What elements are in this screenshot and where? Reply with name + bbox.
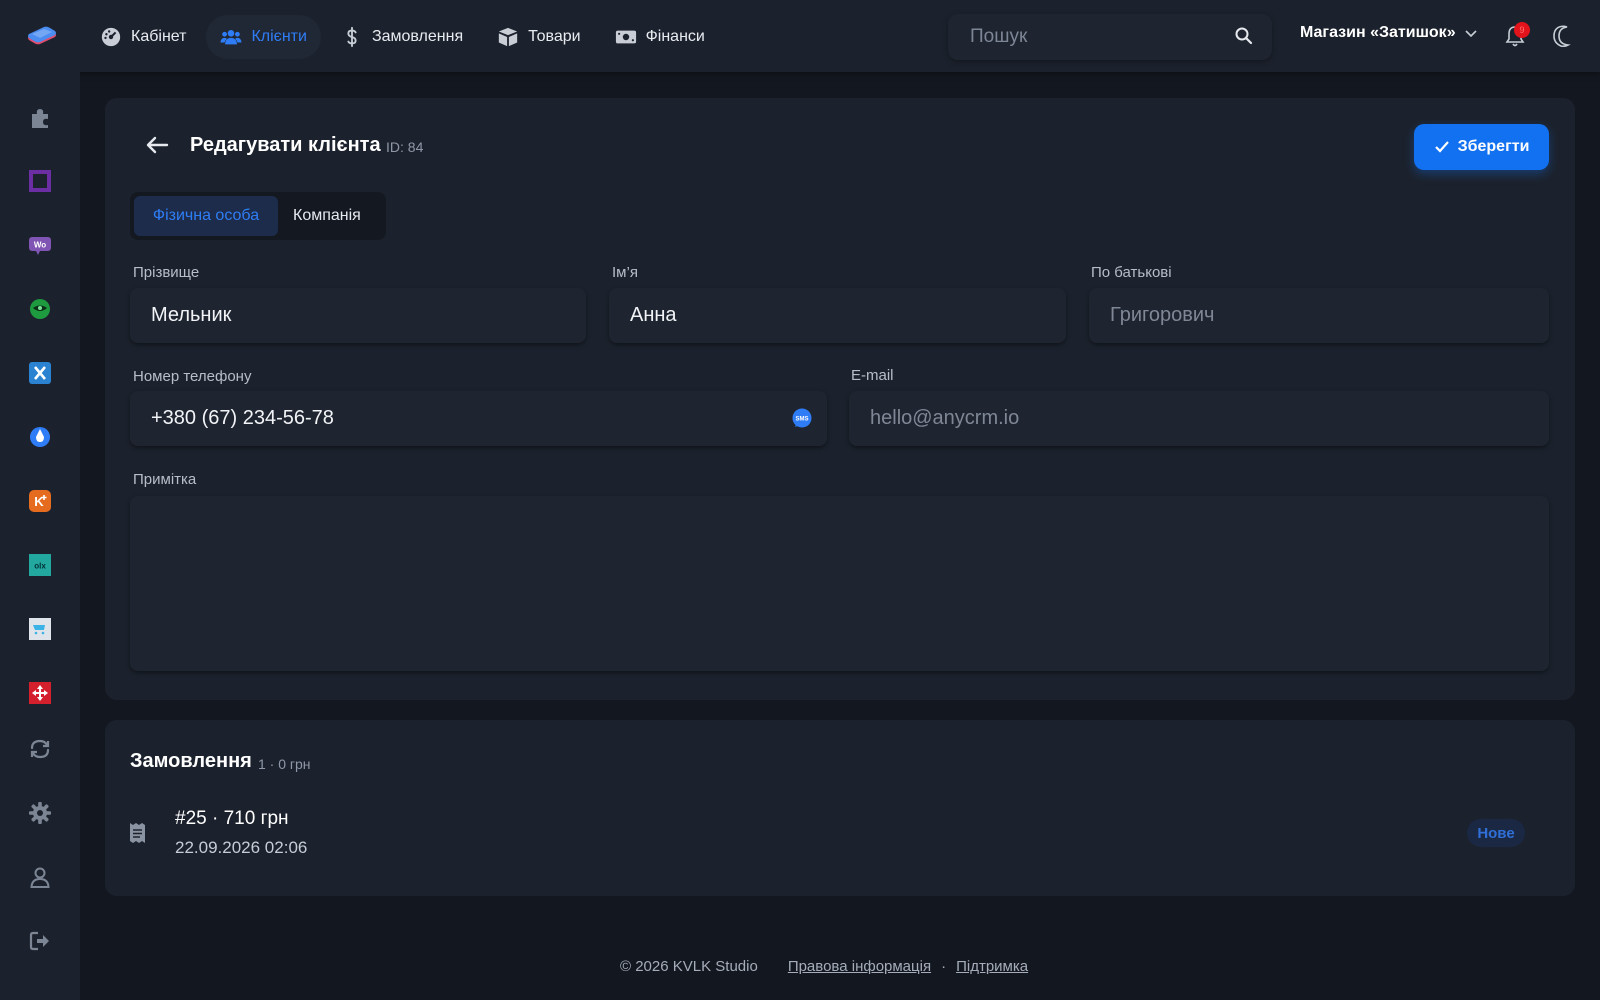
app-logo[interactable] [26,26,58,48]
settings-icon[interactable] [28,801,52,825]
first-name-field [609,288,1066,343]
nav-label: Клієнти [251,28,307,45]
orders-title: Замовлення [130,750,252,772]
edit-client-card: Редагувати клієнта ID: 84 Зберегти Фізич… [105,98,1575,700]
email-field [849,391,1549,446]
main-nav: Кабінет Клієнти Замовлення Товари Фінанс… [86,15,719,59]
search-input[interactable] [948,14,1228,60]
store-name: Магазин «Затишок» [1300,24,1456,41]
money-icon [615,30,636,44]
nav-item-orders[interactable]: Замовлення [327,15,477,59]
orders-summary: 1 · 0 грн [258,756,311,772]
middle-name-input[interactable] [1089,288,1549,343]
save-label: Зберегти [1457,138,1530,155]
nav-label: Фінанси [645,28,705,45]
tab-company[interactable]: Компанія [278,196,361,236]
phone-label: Номер телефону [133,368,252,385]
dashboard-icon [101,27,121,47]
nav-label: Замовлення [371,28,464,45]
nav-label: Товари [528,28,581,45]
note-textarea[interactable] [130,496,1549,671]
dollar-icon [347,26,357,48]
receipt-icon [130,823,145,843]
nav-item-finance[interactable]: Фінанси [601,15,719,59]
back-arrow-icon[interactable] [143,134,171,156]
orders-card: Замовлення 1 · 0 грн #25 · 710 грн 22.09… [105,720,1575,896]
box-icon [498,27,518,47]
cart-integration-icon[interactable] [28,617,52,641]
blue-drop-icon[interactable] [28,425,52,449]
puzzle-icon[interactable] [28,106,52,130]
check-icon [1434,141,1449,153]
moon-icon[interactable] [1552,25,1574,47]
phone-field: SMS [130,391,827,446]
svg-text:Wo: Wo [34,241,46,250]
olx-icon[interactable]: olx [28,553,52,577]
nav-label: Кабінет [131,28,187,45]
woocommerce-icon[interactable]: Wo [28,233,52,257]
search-box [948,14,1272,60]
note-label: Примітка [133,471,197,488]
order-date: 22.09.2026 02:06 [175,838,308,857]
save-button[interactable]: Зберегти [1414,124,1549,170]
tab-individual[interactable]: Фізична особа [134,196,278,236]
note-field [130,496,1549,671]
x-integration-icon[interactable] [28,361,52,385]
status-badge: Нове [1467,819,1525,847]
email-label: E-mail [851,367,894,384]
chevron-down-icon [1465,30,1477,38]
sms-icon[interactable]: SMS [791,408,813,430]
store-selector[interactable]: Магазин «Затишок» [1300,24,1478,42]
search-icon[interactable] [1234,26,1254,46]
legal-link[interactable]: Правова інформація [788,958,931,975]
integration-square-icon[interactable] [28,169,52,193]
sidebar: Wo K olx [0,72,80,1000]
sync-icon[interactable] [28,737,52,761]
client-type-switch: Фізична особа Компанія [130,192,386,240]
last-name-input[interactable] [130,288,586,343]
top-bar: Кабінет Клієнти Замовлення Товари Фінанс… [0,0,1600,72]
first-name-input[interactable] [609,288,1066,343]
last-name-label: Прізвище [133,264,200,281]
svg-text:SMS: SMS [795,417,808,423]
email-input[interactable] [849,391,1549,446]
nav-item-clients[interactable]: Клієнти [206,15,321,59]
footer: © 2026 KVLK Studio Правова інформація · … [620,958,1028,975]
nav-item-products[interactable]: Товари [483,15,594,59]
order-link[interactable]: #25 · 710 грн [175,808,289,830]
user-icon[interactable] [28,865,52,889]
notifications-button[interactable]: 9 [1504,22,1530,48]
users-icon [220,30,243,45]
page-title: Редагувати клієнта [190,134,381,156]
logout-icon[interactable] [28,929,52,953]
red-integration-icon[interactable] [28,681,52,705]
footer-separator: · [941,958,947,975]
middle-name-field [1089,288,1549,343]
client-id: ID: 84 [386,139,424,155]
green-integration-icon[interactable] [28,297,52,321]
copyright: © 2026 KVLK Studio [620,958,758,975]
notification-badge: 9 [1514,22,1530,38]
middle-name-label: По батькові [1091,264,1172,281]
svg-text:K: K [34,494,44,509]
svg-text:olx: olx [34,562,46,571]
first-name-label: Ім’я [612,264,638,281]
last-name-field [130,288,586,343]
nav-item-dashboard[interactable]: Кабінет [86,15,200,59]
k-plus-icon[interactable]: K [28,489,52,513]
phone-input[interactable] [130,391,827,446]
support-link[interactable]: Підтримка [956,958,1028,975]
